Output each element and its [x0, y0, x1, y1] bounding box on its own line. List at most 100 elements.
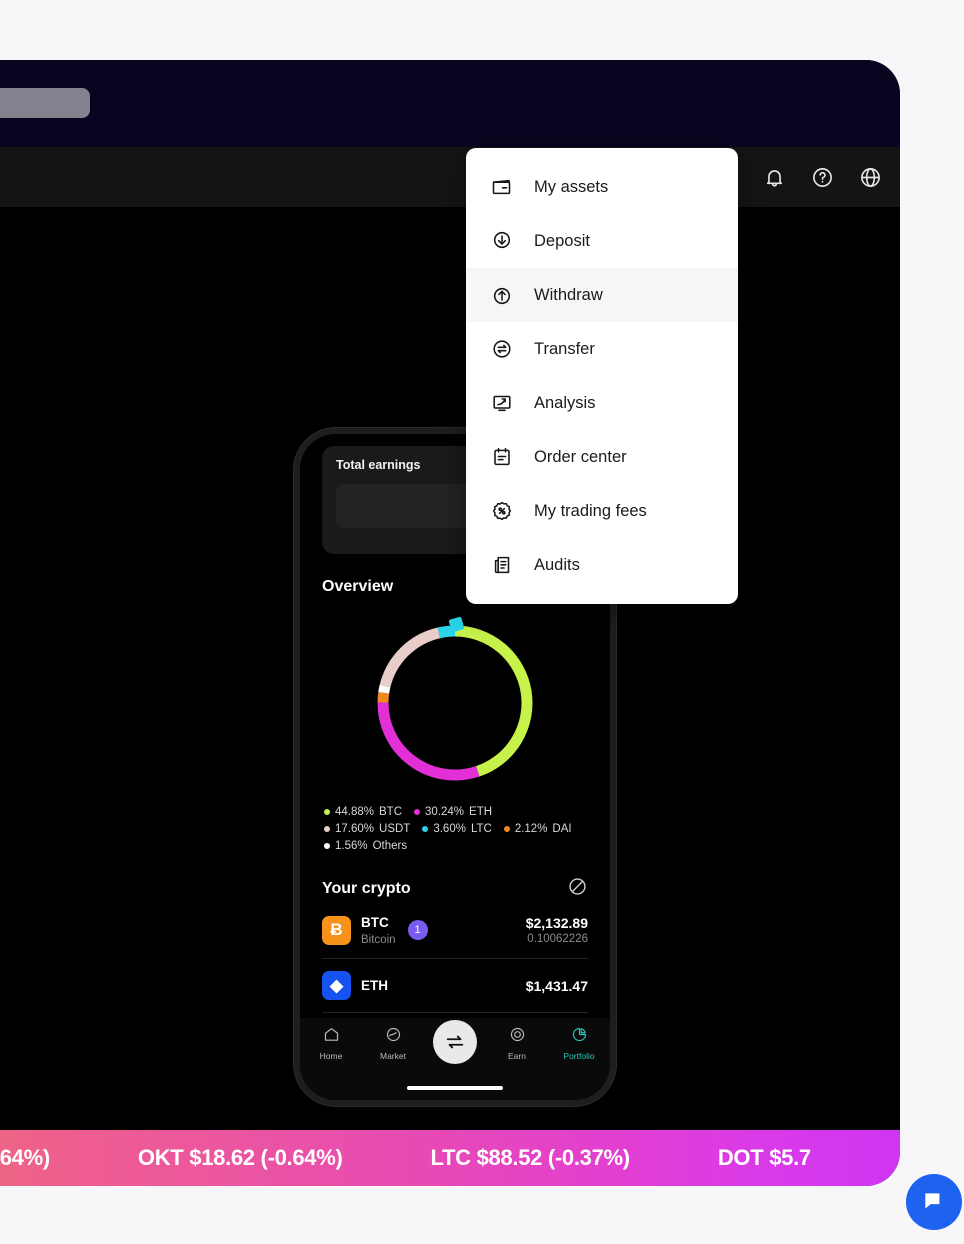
help-circle-icon[interactable]: [798, 147, 846, 207]
donut-svg: [366, 614, 544, 792]
coin-list: ɃBTCBitcoin1$2,132.890.10062226◆ETH$1,43…: [322, 902, 588, 1013]
percent-badge-icon: [490, 499, 514, 523]
app-viewport: Assets: [0, 60, 900, 1186]
donut-slice-eth: [383, 702, 478, 775]
your-crypto-title: Your crypto: [322, 880, 411, 898]
legend-symbol: USDT: [379, 823, 410, 835]
coin-count-badge: 1: [408, 920, 428, 940]
price-ticker-bar: 0.64%)OKT $18.62 (-0.64%)LTC $88.52 (-0.…: [0, 1130, 900, 1186]
promo-skeleton-pill: [0, 88, 90, 118]
chat-icon: [921, 1189, 947, 1215]
donut-slice-btc: [455, 631, 527, 771]
coin-fiat-value: $1,431.47: [526, 978, 588, 994]
assets-menu-item-analysis[interactable]: Analysis: [466, 376, 738, 430]
phone-tab-label: Portfolio: [563, 1051, 594, 1061]
coin-logo-icon: Ƀ: [322, 916, 351, 945]
donut-slice-dai: [383, 693, 384, 703]
page-root: Assets: [0, 0, 964, 1244]
phone-tab-label: Earn: [508, 1051, 526, 1061]
transfer-circle-icon: [490, 337, 514, 361]
assets-menu-item-my-assets[interactable]: My assets: [466, 160, 738, 214]
legend-symbol: LTC: [471, 823, 492, 835]
assets-menu-item-label: My trading fees: [534, 502, 647, 521]
coin-names: BTC Bitcoin: [361, 914, 396, 946]
ticker-item[interactable]: 0.64%): [0, 1145, 94, 1171]
legend-pct: 44.88%: [335, 806, 374, 818]
assets-menu-item-label: Order center: [534, 448, 627, 467]
coin-amount: 0.10062226: [526, 933, 588, 945]
assets-menu-item-deposit[interactable]: Deposit: [466, 214, 738, 268]
coin-values: $1,431.47: [526, 978, 588, 994]
portfolio-donut-chart: [366, 614, 544, 792]
assets-menu-item-my-trading-fees[interactable]: My trading fees: [466, 484, 738, 538]
home-indicator: [407, 1086, 503, 1090]
legend-item-usdt: 17.60% USDT: [324, 823, 410, 835]
legend-dot-icon: [422, 826, 428, 832]
legend-dot-icon: [504, 826, 510, 832]
legend-pct: 17.60%: [335, 823, 374, 835]
hide-balance-icon[interactable]: [567, 876, 588, 902]
coin-fullname: Bitcoin: [361, 934, 396, 946]
ticker-item[interactable]: LTC $88.52 (-0.37%): [387, 1145, 674, 1171]
assets-menu-item-label: Withdraw: [534, 286, 603, 305]
swap-icon: [433, 1020, 477, 1064]
assets-menu-item-label: Deposit: [534, 232, 590, 251]
legend-pct: 2.12%: [515, 823, 548, 835]
legend-item-ltc: 3.60% LTC: [422, 823, 491, 835]
arrow-down-circle-icon: [490, 229, 514, 253]
ticker-item[interactable]: OKT $18.62 (-0.64%): [94, 1145, 387, 1171]
bell-icon[interactable]: [750, 147, 798, 207]
legend-dot-icon: [324, 826, 330, 832]
legend-dot-icon: [324, 809, 330, 815]
coin-logo-icon: ◆: [322, 971, 351, 1000]
donut-slice-others: [384, 686, 385, 693]
globe-icon[interactable]: [846, 147, 894, 207]
promo-band: [0, 60, 900, 147]
assets-menu-item-label: Audits: [534, 556, 580, 575]
legend-symbol: ETH: [469, 806, 492, 818]
clipboard-icon: [490, 445, 514, 469]
legend-pct: 1.56%: [335, 840, 368, 852]
assets-menu-item-transfer[interactable]: Transfer: [466, 322, 738, 376]
donut-slice-usdt: [385, 633, 439, 686]
market-icon: [385, 1026, 402, 1048]
assets-menu-item-audits[interactable]: Audits: [466, 538, 738, 592]
phone-tab-portfolio[interactable]: Portfolio: [548, 1026, 610, 1061]
pie-chart-icon: [571, 1026, 588, 1048]
analysis-chart-icon: [490, 391, 514, 415]
main-stage: ER Total earnings Overview: [0, 207, 900, 1130]
phone-tab-earn[interactable]: Earn: [486, 1026, 548, 1061]
coin-row[interactable]: ◆ ETH $1,431.47: [322, 959, 588, 1013]
legend-item-eth: 30.24% ETH: [414, 806, 492, 818]
legend-symbol: DAI: [552, 823, 571, 835]
wallet-icon: [490, 175, 514, 199]
support-chat-button[interactable]: [906, 1174, 962, 1230]
home-icon: [323, 1026, 340, 1048]
assets-dropdown-menu: My assets Deposit Withdraw Transfer Analysis…: [466, 148, 738, 604]
assets-menu-item-order-center[interactable]: Order center: [466, 430, 738, 484]
coin-row[interactable]: ɃBTCBitcoin1$2,132.890.10062226: [322, 902, 588, 959]
ticker-item[interactable]: DOT $5.7: [674, 1145, 855, 1171]
coin-symbol: BTC: [361, 915, 389, 930]
donut-legend: 44.88% BTC 30.24% ETH 17.60% USDT 3.60% LTC 2.12…: [322, 806, 588, 852]
arrow-up-circle-icon: [490, 283, 514, 307]
legend-pct: 30.24%: [425, 806, 464, 818]
phone-tab-label: Home: [320, 1051, 343, 1061]
assets-menu-item-label: Transfer: [534, 340, 595, 359]
your-crypto-header: Your crypto: [322, 876, 588, 902]
legend-item-others: 1.56%Others: [324, 840, 407, 852]
legend-symbol: BTC: [379, 806, 402, 818]
top-header: Assets: [0, 147, 900, 207]
assets-menu-item-withdraw[interactable]: Withdraw: [466, 268, 738, 322]
assets-menu-item-label: Analysis: [534, 394, 595, 413]
assets-menu-item-label: My assets: [534, 178, 608, 197]
legend-item-btc: 44.88% BTC: [324, 806, 402, 818]
coin-symbol: ETH: [361, 978, 388, 993]
phone-tab-swap[interactable]: [424, 1026, 486, 1064]
legend-pct: 3.60%: [433, 823, 466, 835]
phone-tab-home[interactable]: Home: [300, 1026, 362, 1061]
earn-coin-icon: [509, 1026, 526, 1048]
legend-dot-icon: [324, 843, 330, 849]
phone-tab-market[interactable]: Market: [362, 1026, 424, 1061]
legend-dot-icon: [414, 809, 420, 815]
